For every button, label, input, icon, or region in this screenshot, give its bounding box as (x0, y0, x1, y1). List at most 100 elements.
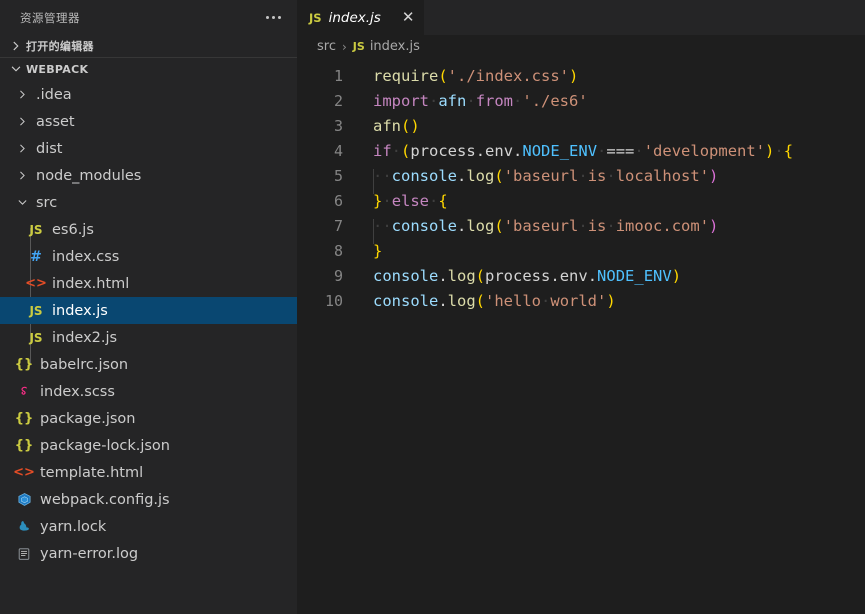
line-number: 5 (333, 166, 343, 185)
scss-file-icon (14, 384, 34, 399)
tree-item-es6-js[interactable]: JS es6.js (0, 216, 297, 243)
code-line: 9 console.log(process.env.NODE_ENV) (297, 263, 865, 288)
tree-item-label: dist (36, 140, 63, 157)
explorer-title: 资源管理器 (20, 10, 80, 25)
tree-item-index2-js[interactable]: JS index2.js (0, 324, 297, 351)
tree-item-label: template.html (40, 464, 144, 481)
js-file-icon: JS (309, 10, 322, 25)
breadcrumb: src › JS index.js (297, 35, 865, 58)
explorer-title-row: 资源管理器 (0, 0, 297, 35)
js-file-icon: JS (352, 40, 365, 53)
chevron-right-icon (14, 142, 30, 155)
file-tree: .idea asset dist node_modules src JS es6… (0, 80, 297, 567)
tree-item-index-css[interactable]: # index.css (0, 243, 297, 270)
section-open-editors[interactable]: 打开的编辑器 (0, 35, 297, 57)
explorer-sidebar: 资源管理器 打开的编辑器 WEBPACK .idea asset dist no… (0, 0, 297, 614)
tree-item-label: node_modules (36, 167, 142, 184)
js-file-icon: JS (29, 222, 43, 237)
json-file-icon: {} (14, 411, 34, 426)
tab-index-js[interactable]: JS index.js ✕ (297, 0, 426, 35)
code-line-text: import·afn·from·'./es6' (373, 91, 588, 110)
chevron-right-icon (8, 38, 24, 54)
tree-item-label: yarn-error.log (40, 545, 139, 562)
json-file-icon: {} (14, 438, 34, 453)
line-number: 4 (333, 141, 343, 160)
tree-item-asset[interactable]: asset (0, 108, 297, 135)
chevron-right-icon: › (341, 39, 347, 54)
tree-item-yarn-lock[interactable]: yarn.lock (0, 513, 297, 540)
webpack-cube-icon (14, 492, 34, 507)
css-file-icon: # (30, 248, 42, 265)
tree-item-label: index.css (52, 248, 120, 265)
tree-item-label: src (36, 194, 58, 211)
tree-item-label: babelrc.json (40, 356, 129, 373)
yarn-icon (14, 519, 34, 534)
line-number: 8 (333, 241, 343, 260)
tree-item-label: index.js (52, 302, 108, 319)
code-line: 6 }·else·{ (297, 188, 865, 213)
chevron-right-icon (14, 115, 30, 128)
ellipsis-icon[interactable] (264, 12, 283, 23)
log-file-icon (14, 547, 34, 561)
tree-item-template-html[interactable]: <> template.html (0, 459, 297, 486)
line-number: 9 (333, 266, 343, 285)
line-number: 7 (333, 216, 343, 235)
json-file-icon: {} (14, 357, 34, 372)
tree-item-dist[interactable]: dist (0, 135, 297, 162)
tree-item-babelrc-json[interactable]: {} babelrc.json (0, 351, 297, 378)
vscode-window: 资源管理器 打开的编辑器 WEBPACK .idea asset dist no… (0, 0, 865, 614)
code-line: 4 if·(process.env.NODE_ENV·===·'developm… (297, 138, 865, 163)
editor-tab-bar: JS index.js ✕ (297, 0, 865, 35)
tree-item-label: es6.js (52, 221, 94, 238)
section-webpack-label: WEBPACK (26, 62, 89, 76)
tree-item-package-json[interactable]: {} package.json (0, 405, 297, 432)
code-line: 1 require('./index.css') (297, 63, 865, 88)
tree-item-src[interactable]: src (0, 189, 297, 216)
section-webpack[interactable]: WEBPACK (0, 57, 297, 80)
tree-item-yarn-error-log[interactable]: yarn-error.log (0, 540, 297, 567)
chevron-down-icon (14, 196, 30, 209)
tree-item-index-js[interactable]: JS index.js (0, 297, 297, 324)
js-file-icon: JS (29, 303, 43, 318)
code-line-text: ··console.log('baseurl·is·localhost') (373, 166, 719, 194)
tree-item-idea[interactable]: .idea (0, 81, 297, 108)
code-line-text: afn() (373, 116, 420, 135)
tree-item-label: index.scss (40, 383, 115, 400)
tree-item-node-modules[interactable]: node_modules (0, 162, 297, 189)
line-number: 2 (333, 91, 343, 110)
code-line: 7 ··console.log('baseurl·is·imooc.com') (297, 213, 865, 244)
tree-item-webpack-config-js[interactable]: webpack.config.js (0, 486, 297, 513)
tree-item-index-html[interactable]: <> index.html (0, 270, 297, 297)
breadcrumb-file[interactable]: index.js (370, 39, 420, 54)
js-file-icon: JS (29, 330, 43, 345)
tree-item-index-scss[interactable]: index.scss (0, 378, 297, 405)
html-file-icon: <> (25, 276, 47, 291)
code-line: 8 } (297, 238, 865, 263)
code-line: 5 ··console.log('baseurl·is·localhost') (297, 163, 865, 194)
tree-item-package-lock-json[interactable]: {} package-lock.json (0, 432, 297, 459)
tab-label: index.js (328, 9, 381, 26)
tree-item-label: index2.js (52, 329, 118, 346)
code-line-text: console.log('hello·world') (373, 291, 616, 310)
code-line: 2 import·afn·from·'./es6' (297, 88, 865, 113)
editor-pane: JS index.js ✕ src › JS index.js 1 requir… (297, 0, 865, 614)
close-icon[interactable]: ✕ (402, 10, 415, 25)
chevron-right-icon (14, 169, 30, 182)
code-line: 3 afn() (297, 113, 865, 138)
breadcrumb-folder[interactable]: src (317, 39, 336, 54)
tree-item-label: .idea (36, 86, 72, 103)
line-number: 6 (333, 191, 343, 210)
tree-item-label: webpack.config.js (40, 491, 170, 508)
tree-item-label: yarn.lock (40, 518, 107, 535)
code-line-text: ··console.log('baseurl·is·imooc.com') (373, 216, 719, 244)
code-line: 10 console.log('hello·world') (297, 288, 865, 313)
tree-item-label: asset (36, 113, 75, 130)
section-open-editors-label: 打开的编辑器 (26, 40, 94, 53)
line-number: 10 (324, 291, 343, 310)
code-editor[interactable]: 1 require('./index.css') 2 import·afn·fr… (297, 58, 865, 313)
line-number: 1 (333, 66, 343, 85)
code-line-text: } (373, 241, 383, 260)
tree-item-label: package.json (40, 410, 136, 427)
tree-item-label: package-lock.json (40, 437, 170, 454)
line-number: 3 (333, 116, 343, 135)
